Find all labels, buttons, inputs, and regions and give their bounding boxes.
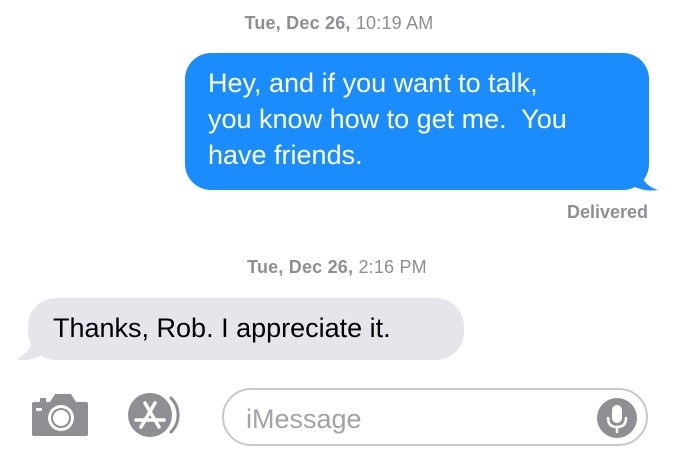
message-timestamp: Tue, Dec 26, 2:16 PM (0, 257, 676, 278)
timestamp-time: 10:19 AM (355, 13, 434, 33)
message-timestamp: Tue, Dec 26, 10:19 AM (0, 13, 678, 34)
message-line: Thanks, Rob. I appreciate it. (53, 313, 391, 343)
outgoing-message-bubble[interactable]: Hey, and if you want to talk, you know h… (185, 53, 649, 190)
timestamp-day: Tue, Dec 26, (244, 13, 351, 33)
app-store-button[interactable] (125, 390, 185, 440)
message-thread: Tue, Dec 26, 10:19 AM Hey, and if you wa… (0, 0, 678, 456)
message-input[interactable]: iMessage (222, 388, 648, 446)
app-store-icon (128, 393, 180, 437)
camera-button[interactable] (30, 392, 90, 438)
camera-icon (32, 394, 88, 436)
message-line: have friends. (208, 140, 363, 170)
message-input-placeholder: iMessage (246, 404, 362, 434)
microphone-button[interactable] (597, 398, 637, 438)
timestamp-time: 2:16 PM (358, 257, 427, 277)
message-line: you know how to get me. You (208, 104, 567, 134)
outgoing-bubble-tail (624, 158, 658, 191)
microphone-icon (606, 405, 628, 434)
delivery-status: Delivered (566, 202, 648, 222)
message-line: Hey, and if you want to talk, (208, 68, 538, 98)
incoming-message-bubble[interactable]: Thanks, Rob. I appreciate it. (28, 298, 464, 360)
timestamp-day: Tue, Dec 26, (247, 257, 354, 277)
